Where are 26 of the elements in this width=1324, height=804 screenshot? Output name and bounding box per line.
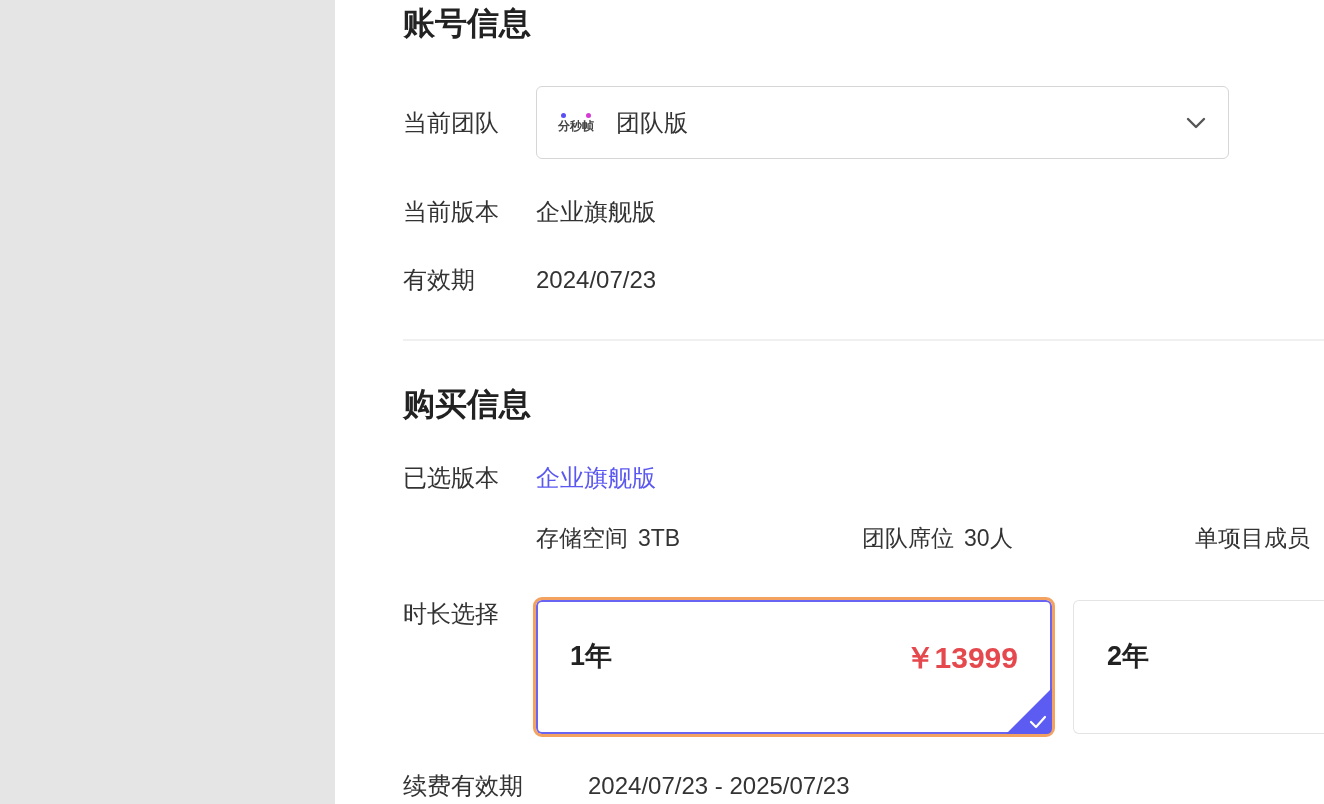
field-label: 已选版本 bbox=[403, 463, 500, 493]
checkmark-icon bbox=[1006, 688, 1052, 734]
field-label: 续费有效期 bbox=[403, 771, 524, 801]
field-value: 2024/07/23 bbox=[536, 265, 657, 295]
section-title: 购买信息 bbox=[403, 385, 531, 424]
duration-option[interactable]: 2年 bbox=[1070, 597, 1324, 737]
field-label: 当前团队 bbox=[403, 107, 500, 138]
spec-label: 单项目成员 bbox=[1195, 524, 1310, 553]
field-label: 时长选择 bbox=[403, 599, 500, 629]
duration-option[interactable]: 1年 ￥13999 bbox=[533, 597, 1055, 737]
selected-edition: 企业旗舰版 bbox=[536, 463, 656, 493]
chevron-down-icon bbox=[1186, 116, 1206, 129]
option-price: ￥13999 bbox=[904, 640, 1018, 676]
team-logo: 分秒帧 bbox=[558, 112, 594, 133]
option-label: 1年 bbox=[570, 640, 613, 673]
team-select[interactable]: 分秒帧 团队版 bbox=[536, 86, 1229, 159]
spec-value: 3TB bbox=[638, 524, 681, 553]
field-value: 2024/07/23 - 2025/07/23 bbox=[588, 771, 850, 801]
field-label: 当前版本 bbox=[403, 197, 500, 227]
field-value: 企业旗舰版 bbox=[536, 197, 656, 227]
spec-label: 存储空间 bbox=[536, 524, 628, 553]
field-label: 有效期 bbox=[403, 265, 476, 295]
section-title: 账号信息 bbox=[403, 4, 531, 43]
spec-label: 团队席位 bbox=[862, 524, 954, 553]
option-label: 2年 bbox=[1107, 640, 1150, 673]
spec-value: 30人 bbox=[964, 524, 1013, 553]
